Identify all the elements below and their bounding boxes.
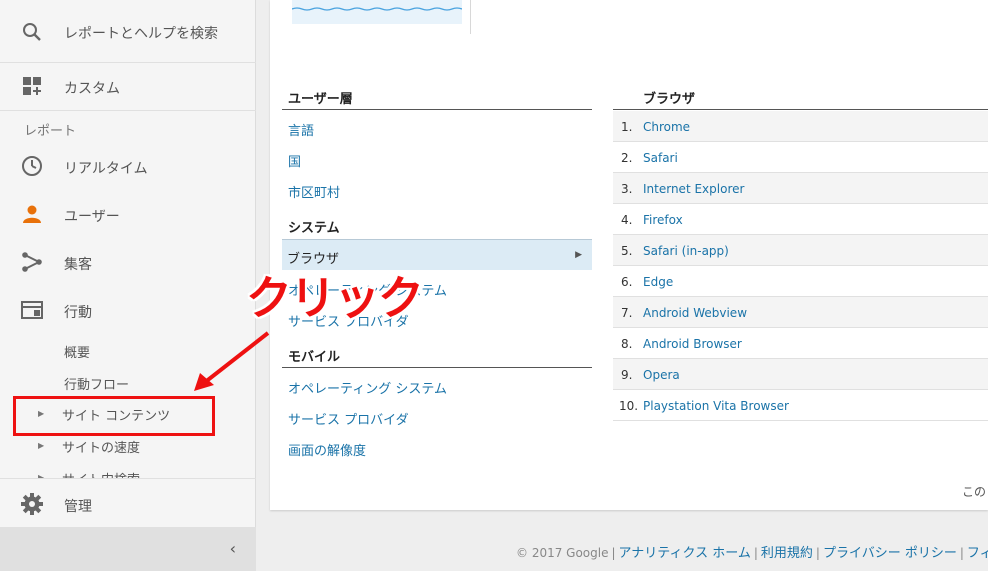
row-number: 7. xyxy=(621,306,633,320)
heading-rule xyxy=(282,109,592,110)
expand-triangle-icon[interactable]: ▶ xyxy=(38,441,44,450)
sidebar-item-realtime-label: リアルタイム xyxy=(64,161,148,177)
dimension-mobile-provider-link[interactable]: サービス プロバイダ xyxy=(288,409,409,428)
sidebar-item-users[interactable]: ユーザー xyxy=(0,196,256,232)
sidebar-item-custom[interactable]: カスタム xyxy=(0,68,256,104)
row-number: 9. xyxy=(621,368,633,382)
dimension-city-link[interactable]: 市区町村 xyxy=(288,182,340,201)
dimension-language-link[interactable]: 言語 xyxy=(288,120,314,139)
annotation-arrow-icon xyxy=(194,331,270,391)
annotation-click-text: クリック xyxy=(246,271,424,325)
sidebar-item-users-label: ユーザー xyxy=(64,209,120,225)
browser-link[interactable]: Android Browser xyxy=(643,337,742,351)
sidebar-divider xyxy=(0,110,256,111)
sidebar-item-behavior[interactable]: 行動 xyxy=(0,292,256,328)
gear-icon xyxy=(20,492,44,516)
table-row: 4. Firefox xyxy=(613,204,988,235)
table-row: 1. Chrome xyxy=(613,111,988,142)
search-reports[interactable]: レポートとヘルプを検索 xyxy=(0,14,256,50)
sidebar-divider xyxy=(0,478,256,479)
terms-link[interactable]: 利用規約 xyxy=(761,546,813,561)
site-speed-link[interactable]: サイトの速度 xyxy=(62,437,140,456)
report-card: ユーザー層 言語 国 市区町村 システム ブラウザ ▶ オペレーティング システ… xyxy=(270,0,988,510)
collapse-sidebar-bar[interactable]: ‹ xyxy=(0,527,256,571)
dimension-resolution-link[interactable]: 画面の解像度 xyxy=(288,440,366,459)
row-number: 5. xyxy=(621,244,633,258)
sidebar: レポートとヘルプを検索 カスタム レポート リアルタイム ユーザー 集客 行動 … xyxy=(0,0,256,571)
heading-rule xyxy=(282,367,592,368)
copyright-text: © 2017 Google xyxy=(516,546,609,560)
row-number: 4. xyxy=(621,213,633,227)
table-row: 8. Android Browser xyxy=(613,328,988,359)
sparkline-chart xyxy=(291,0,463,24)
row-number: 3. xyxy=(621,182,633,196)
search-icon xyxy=(20,20,44,44)
sidebar-item-custom-label: カスタム xyxy=(64,81,120,97)
sparkline-divider xyxy=(470,0,471,34)
table-row: 10. Playstation Vita Browser xyxy=(613,390,988,421)
sidebar-divider xyxy=(0,62,256,63)
page-footer: © 2017 Google | アナリティクス ホーム | 利用規約 | プライバシー ポリ… xyxy=(516,542,988,561)
row-number: 1. xyxy=(621,120,633,134)
browser-link[interactable]: Safari (in-app) xyxy=(643,244,729,258)
feedback-link[interactable]: フィ xyxy=(967,546,988,561)
search-reports-label: レポートとヘルプを検索 xyxy=(64,26,218,42)
browser-link[interactable]: Edge xyxy=(643,275,673,289)
privacy-policy-link[interactable]: プライバシー ポリシー xyxy=(823,546,957,561)
card-footer-note: この xyxy=(961,485,986,499)
row-number: 8. xyxy=(621,337,633,351)
row-number: 2. xyxy=(621,151,633,165)
site-search-link[interactable]: サイト内検索 xyxy=(62,469,140,478)
sidebar-item-acquisition-label: 集客 xyxy=(64,257,92,273)
browser-link[interactable]: Firefox xyxy=(643,213,683,227)
sidebar-item-acquisition[interactable]: 集客 xyxy=(0,244,256,280)
mobile-heading: モバイル xyxy=(288,350,341,365)
analytics-home-link[interactable]: アナリティクス ホーム xyxy=(619,546,751,561)
reports-section-heading: レポート xyxy=(24,124,77,139)
dimension-country-link[interactable]: 国 xyxy=(288,151,301,170)
user-segment-heading: ユーザー層 xyxy=(288,92,353,107)
row-number: 10. xyxy=(619,399,639,413)
table-row: 6. Edge xyxy=(613,266,988,297)
sidebar-item-realtime[interactable]: リアルタイム xyxy=(0,148,256,184)
table-row: 5. Safari (in-app) xyxy=(613,235,988,266)
behavior-window-icon xyxy=(20,298,44,322)
browser-link[interactable]: Android Webview xyxy=(643,306,747,320)
behavior-flow-link[interactable]: 行動フロー xyxy=(64,374,129,393)
browser-link[interactable]: Playstation Vita Browser xyxy=(643,399,789,413)
system-heading: システム xyxy=(288,221,340,236)
sidebar-item-behavior-label: 行動 xyxy=(64,305,92,321)
behavior-overview-link[interactable]: 概要 xyxy=(64,342,90,361)
table-row: 3. Internet Explorer xyxy=(613,173,988,204)
heading-rule xyxy=(613,109,988,110)
clock-icon xyxy=(20,154,44,178)
sidebar-item-admin[interactable]: 管理 xyxy=(0,486,256,522)
sidebar-item-admin-label: 管理 xyxy=(64,499,92,515)
browser-link[interactable]: Opera xyxy=(643,368,680,382)
chevron-left-icon[interactable]: ‹ xyxy=(230,539,236,558)
acquisition-fork-icon xyxy=(20,250,44,274)
browser-link[interactable]: Internet Explorer xyxy=(643,182,744,196)
browser-link[interactable]: Chrome xyxy=(643,120,690,134)
annotation-highlight-box xyxy=(13,396,215,436)
browser-link[interactable]: Safari xyxy=(643,151,678,165)
table-row: 7. Android Webview xyxy=(613,297,988,328)
dimension-mobile-os-link[interactable]: オペレーティング システム xyxy=(288,378,447,397)
user-icon xyxy=(20,202,44,226)
browser-table-heading: ブラウザ xyxy=(643,92,696,107)
table-row: 2. Safari xyxy=(613,142,988,173)
chevron-right-icon: ▶ xyxy=(575,250,582,260)
table-row: 9. Opera xyxy=(613,359,988,390)
site-search-clip: ▶ サイト内検索 xyxy=(0,466,256,478)
dashboard-plus-icon xyxy=(20,74,44,98)
row-number: 6. xyxy=(621,275,633,289)
